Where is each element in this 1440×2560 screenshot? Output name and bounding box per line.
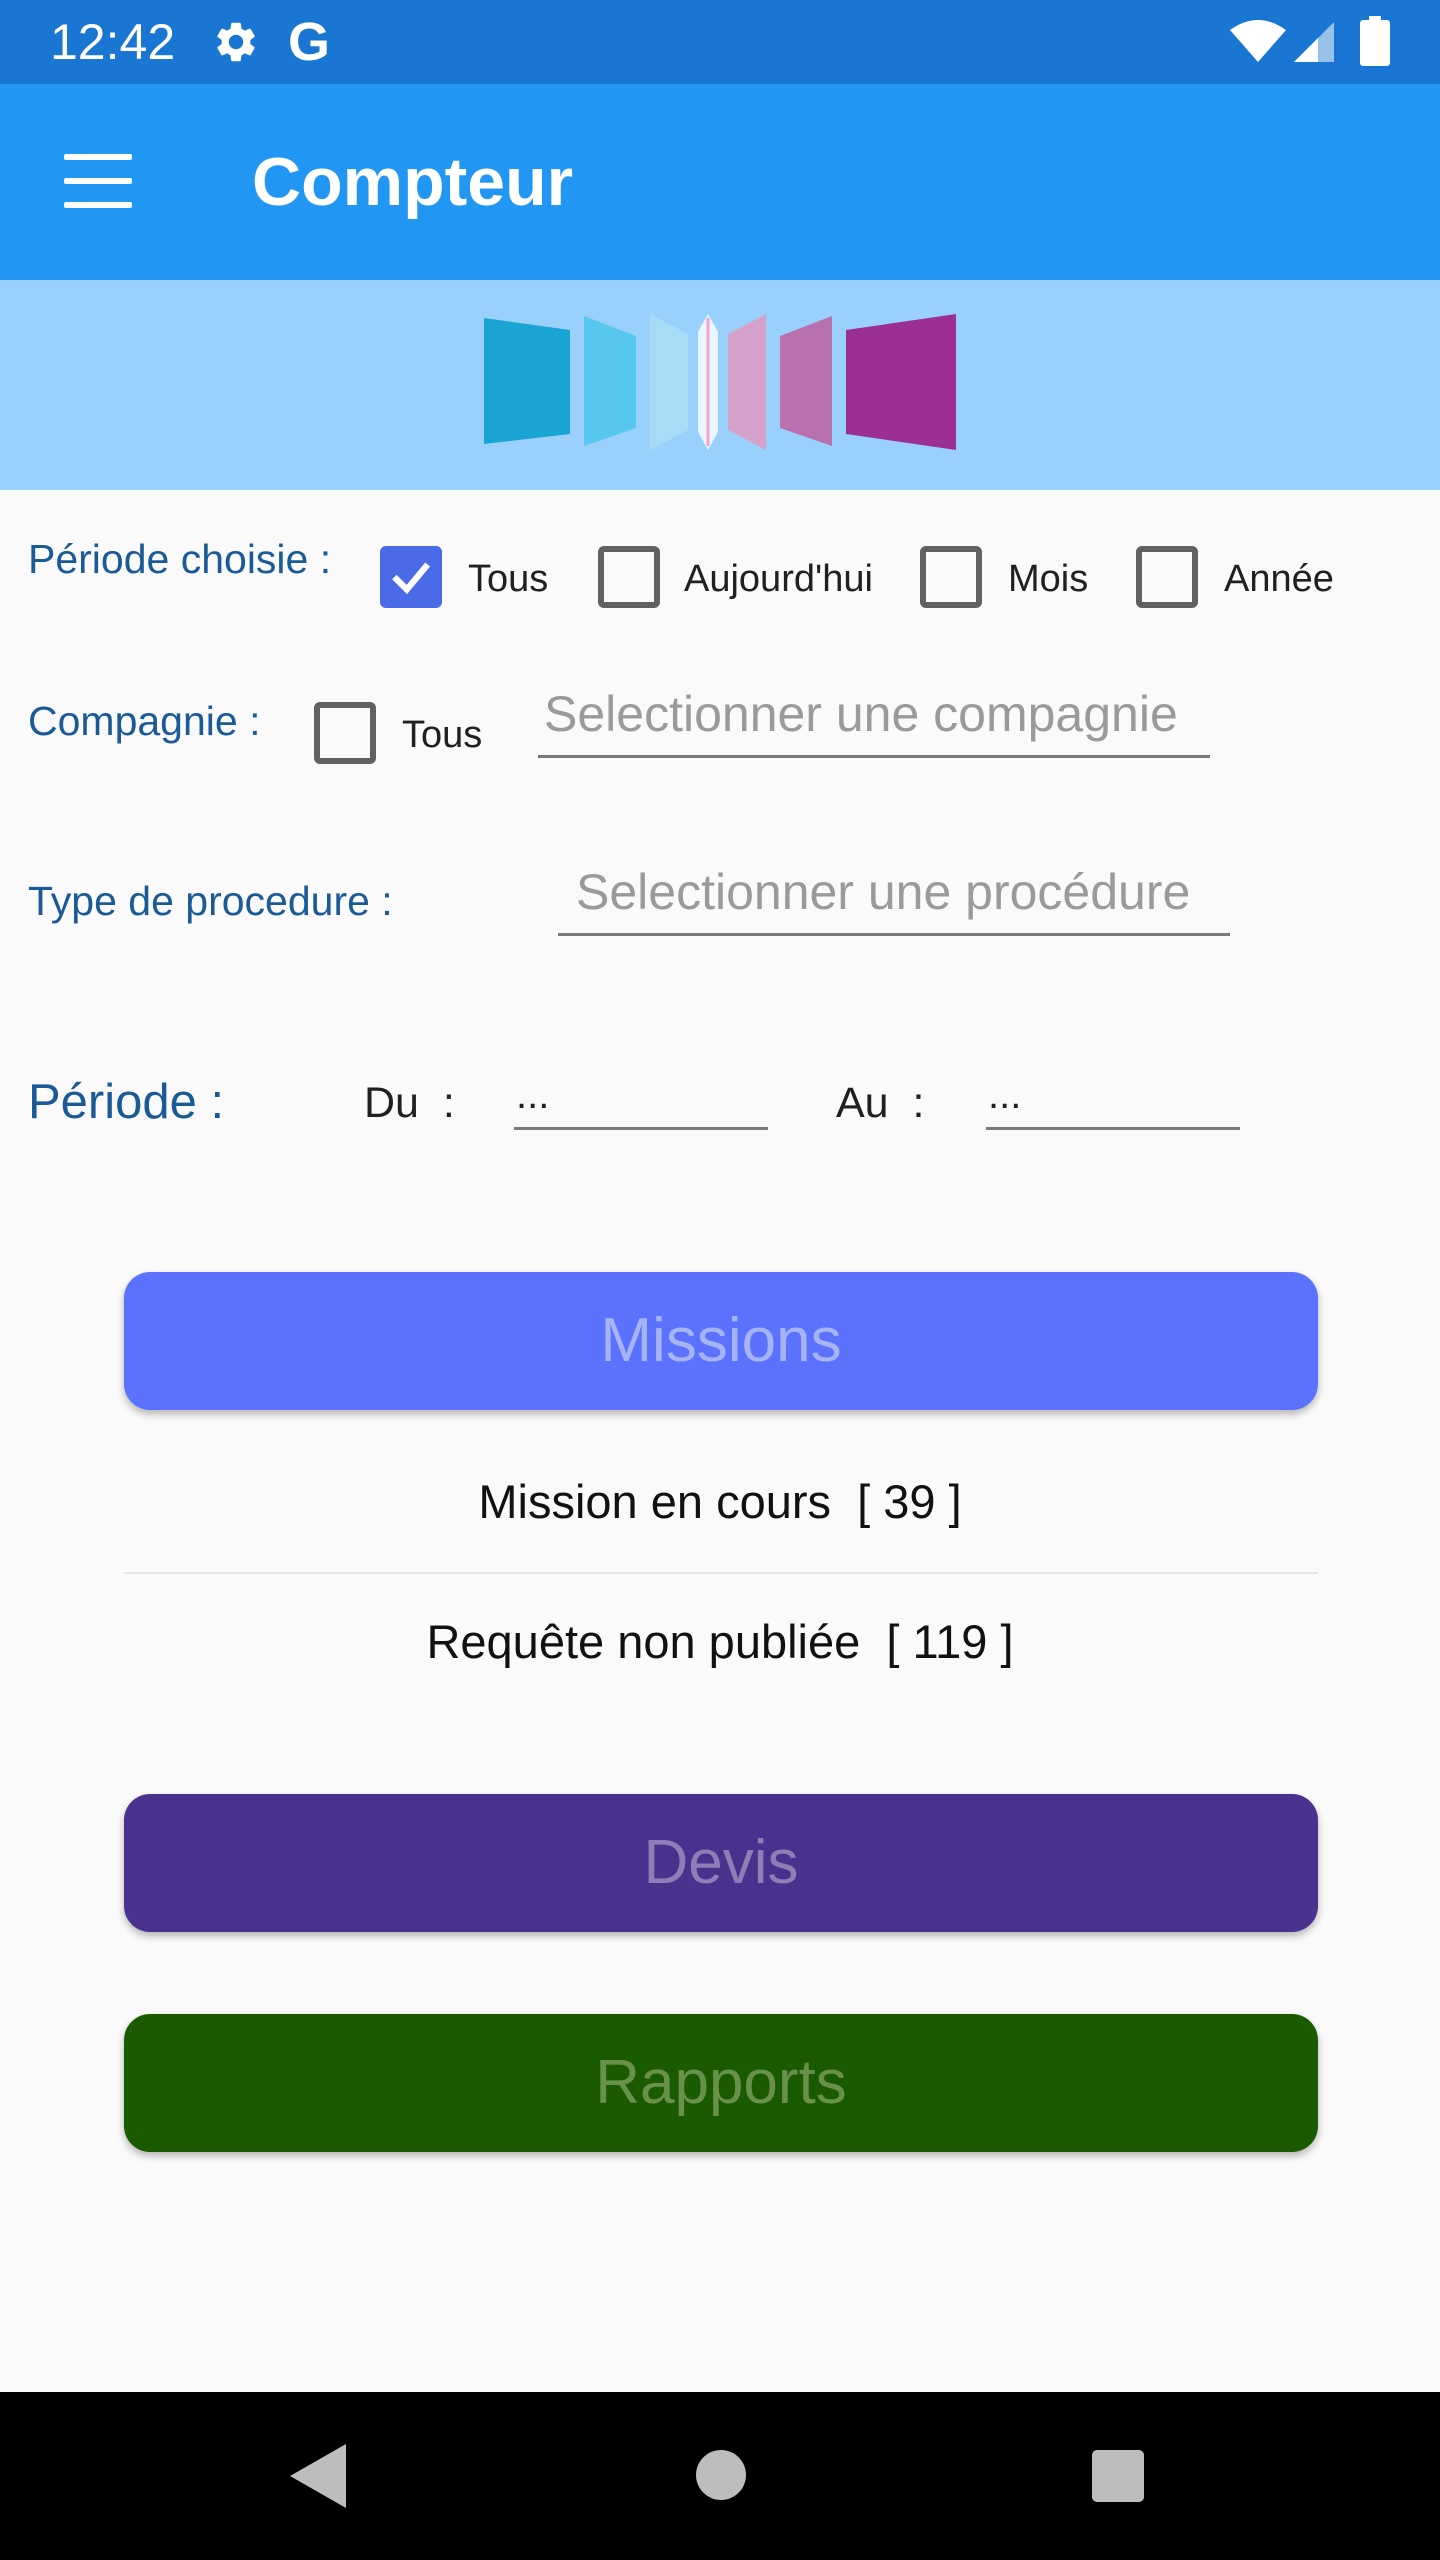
status-time: 12:42 [50,14,176,70]
au-date-input[interactable]: ... [986,1070,1240,1130]
compagnie-select[interactable]: Selectionner une compagnie [538,684,1210,758]
checkmark-icon [392,562,431,595]
home-icon[interactable] [696,2450,746,2500]
missions-button[interactable]: Missions [124,1272,1318,1410]
app-bar: Compteur [0,84,1440,280]
rapports-button[interactable]: Rapports [124,2014,1318,2152]
periode-mois-checkbox[interactable] [920,546,982,608]
wifi-icon [1230,20,1286,62]
periode-mois-label: Mois [1008,558,1089,600]
compagnie-tous-label: Tous [402,714,483,756]
signal-icon [1294,22,1334,62]
app-logo [484,314,956,450]
back-icon[interactable] [290,2444,346,2508]
missions-en-cours-count: Mission en cours [ 39 ] [478,1475,962,1528]
du-date-value: ... [516,1073,550,1117]
procedure-placeholder: Selectionner une procédure [576,864,1191,920]
banner [0,280,1440,490]
periode-choisie-label: Période choisie : [28,536,332,582]
recent-apps-icon[interactable] [1092,2450,1144,2502]
status-bar: 12:42 G [0,0,1440,84]
periode-tous-label: Tous [468,558,549,600]
menu-icon[interactable] [64,154,132,210]
du-date-input[interactable]: ... [514,1070,768,1130]
au-date-value: ... [988,1073,1022,1117]
type-procedure-label: Type de procedure : [28,878,393,924]
periode-aujourdhui-label: Aujourd'hui [684,558,873,600]
requetes-non-publiees-count: Requête non publiée [ 119 ] [426,1615,1014,1668]
battery-icon [1360,16,1390,66]
periode-label: Période : [28,1075,225,1129]
procedure-select[interactable]: Selectionner une procédure [558,860,1230,936]
au-label: Au : [836,1079,925,1127]
devis-button[interactable]: Devis [124,1794,1318,1932]
google-icon: G [288,12,331,72]
periode-annee-label: Année [1224,558,1334,600]
periode-annee-checkbox[interactable] [1136,546,1198,608]
gear-icon [217,22,255,62]
compagnie-label: Compagnie : [28,698,261,744]
periode-aujourdhui-checkbox[interactable] [598,546,660,608]
compagnie-tous-checkbox[interactable] [314,702,376,764]
page-title: Compteur [252,144,574,220]
compagnie-placeholder: Selectionner une compagnie [544,686,1178,742]
divider [124,1572,1318,1574]
periode-tous-checkbox[interactable] [380,546,442,608]
du-label: Du : [364,1079,455,1127]
navigation-bar [0,2392,1440,2560]
